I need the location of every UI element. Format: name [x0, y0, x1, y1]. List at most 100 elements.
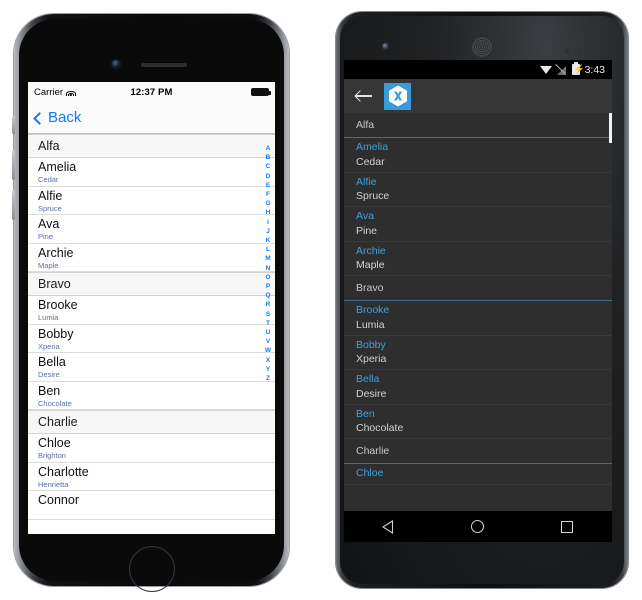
section-index-letter[interactable]: W [265, 346, 271, 355]
scrollbar-thumb[interactable] [609, 113, 612, 143]
section-index-letter[interactable]: R [266, 300, 271, 309]
list-item[interactable]: Archie Maple [28, 243, 275, 272]
android-contacts-list[interactable]: Alfa Amelia Cedar Alfie Spruce Ava Pine Archie M… [344, 113, 612, 542]
volume-down-button[interactable] [12, 190, 15, 220]
ios-contacts-list[interactable]: Alfa Amelia Cedar Alfie Spruce Ava Pine Archie M… [28, 134, 275, 534]
android-toolbar [344, 79, 612, 113]
list-item[interactable]: Bobby Xperia [344, 335, 612, 370]
section-index-letter[interactable]: P [266, 282, 270, 291]
section-index-letter[interactable]: K [266, 236, 271, 245]
list-item[interactable]: Bobby Xperia [28, 324, 275, 353]
section-index-letter[interactable]: U [266, 328, 271, 337]
list-item[interactable]: Alfie Spruce [28, 186, 275, 215]
list-item-name: Archie [38, 245, 74, 260]
list-item-name: Chloe [38, 436, 71, 450]
section-index-letter[interactable]: C [266, 162, 271, 171]
section-index-letter[interactable]: Y [266, 365, 270, 374]
list-item[interactable]: Connor [28, 491, 275, 520]
list-item[interactable]: Ava Pine [344, 207, 612, 242]
ios-nav-bar: Back [28, 102, 275, 134]
iphone-device: Carrier 12:37 PM Back Alfa Amelia Cedar Alf… [12, 14, 289, 592]
wifi-icon [539, 65, 552, 74]
home-button[interactable] [128, 546, 175, 592]
status-time: 12:37 PM [130, 86, 173, 98]
list-item-name: Amelia [356, 141, 389, 153]
list-item[interactable]: Bella Desire [28, 353, 275, 382]
android-device: ⚡ 3:43 Alfa Amelia Cedar Alfie Spruce Ava Pine… [336, 12, 628, 588]
section-index-letter[interactable]: X [266, 356, 270, 365]
section-index-letter[interactable]: D [266, 172, 271, 181]
list-item-detail: Lumia [356, 318, 385, 331]
iphone-screen: Carrier 12:37 PM Back Alfa Amelia Cedar Alf… [28, 82, 275, 534]
section-index-letter[interactable]: M [265, 254, 270, 263]
battery-charging-icon: ⚡ [571, 62, 585, 75]
front-camera-icon [382, 43, 389, 50]
list-item[interactable]: Archie Maple [344, 241, 612, 276]
section-index-letter[interactable]: A [266, 144, 271, 153]
list-item[interactable]: Ava Pine [28, 215, 275, 244]
nav-back-icon[interactable] [381, 519, 394, 534]
section-index-letter[interactable]: O [265, 273, 270, 282]
nav-home-icon[interactable] [470, 520, 484, 533]
list-item-detail: Pine [38, 232, 54, 241]
list-item-name: Bella [38, 355, 66, 369]
list-item-name: Chloe [356, 467, 384, 479]
mute-switch[interactable] [12, 116, 15, 134]
front-camera-icon [112, 60, 120, 68]
list-item-name: Brooke [356, 304, 390, 316]
list-section-header: Charlie [344, 439, 612, 464]
list-item-detail: Brighton [38, 451, 66, 460]
list-item[interactable]: Charlotte Henrietta [28, 462, 275, 491]
list-item[interactable]: Chloe Brighton [28, 434, 275, 463]
list-item[interactable]: Ben Chocolate [344, 404, 612, 439]
list-item-detail: Lumia [38, 313, 59, 322]
section-index-letter[interactable]: T [266, 319, 270, 328]
section-index-letter[interactable]: N [266, 264, 271, 273]
list-item[interactable]: Brooke Lumia [28, 296, 275, 325]
list-item[interactable]: Amelia Cedar [28, 158, 275, 187]
section-header-label: Alfa [356, 119, 375, 131]
section-index-letter[interactable]: B [266, 153, 271, 162]
list-item-detail: Chocolate [356, 422, 404, 434]
list-item[interactable]: Chloe [344, 464, 612, 485]
list-item-detail: Spruce [38, 203, 62, 213]
list-item[interactable]: Ben Chocolate [28, 381, 275, 410]
ios-section-index[interactable]: ABCDEFGHIJKLMNOPQRSTUVWXYZ [262, 144, 274, 383]
chevron-left-icon [33, 111, 46, 125]
section-index-letter[interactable]: Z [266, 374, 270, 383]
list-item-name: Ben [356, 407, 375, 420]
list-item-name: Charlotte [38, 464, 89, 479]
battery-full-icon [251, 88, 271, 96]
section-index-letter[interactable]: H [266, 208, 271, 217]
section-header-label: Bravo [356, 282, 384, 294]
section-index-letter[interactable]: E [266, 181, 270, 190]
section-index-letter[interactable]: V [266, 337, 270, 346]
section-index-letter[interactable]: Q [265, 291, 270, 300]
list-item-name: Amelia [38, 160, 77, 174]
android-navigation-bar [344, 511, 612, 542]
android-screen: ⚡ 3:43 Alfa Amelia Cedar Alfie Spruce Ava Pine… [344, 60, 612, 542]
list-item-detail: Cedar [356, 155, 385, 168]
section-index-letter[interactable]: I [267, 218, 269, 227]
arrow-back-icon[interactable] [356, 89, 373, 103]
list-item-detail: Pine [356, 224, 378, 237]
list-section-header: Charlie [28, 410, 275, 434]
list-section-header: Bravo [28, 272, 275, 296]
section-header-label: Charlie [38, 415, 78, 429]
list-item-name: Brooke [38, 298, 78, 312]
list-item-detail: Cedar [38, 175, 59, 184]
back-button[interactable]: Back [33, 109, 81, 126]
list-item[interactable]: Brooke Lumia [344, 301, 612, 336]
section-index-letter[interactable]: G [265, 199, 270, 208]
nav-recents-icon[interactable] [561, 520, 574, 533]
list-item[interactable]: Alfie Spruce [344, 172, 612, 207]
list-item[interactable]: Bella Desire [344, 370, 612, 405]
section-index-letter[interactable]: S [266, 310, 270, 319]
section-index-letter[interactable]: J [266, 227, 270, 236]
list-item-name: Ava [356, 210, 374, 222]
volume-up-button[interactable] [12, 150, 15, 180]
list-item-name: Alfie [356, 175, 377, 188]
section-index-letter[interactable]: F [266, 190, 270, 199]
list-item[interactable]: Amelia Cedar [344, 138, 612, 173]
section-index-letter[interactable]: L [266, 245, 270, 254]
